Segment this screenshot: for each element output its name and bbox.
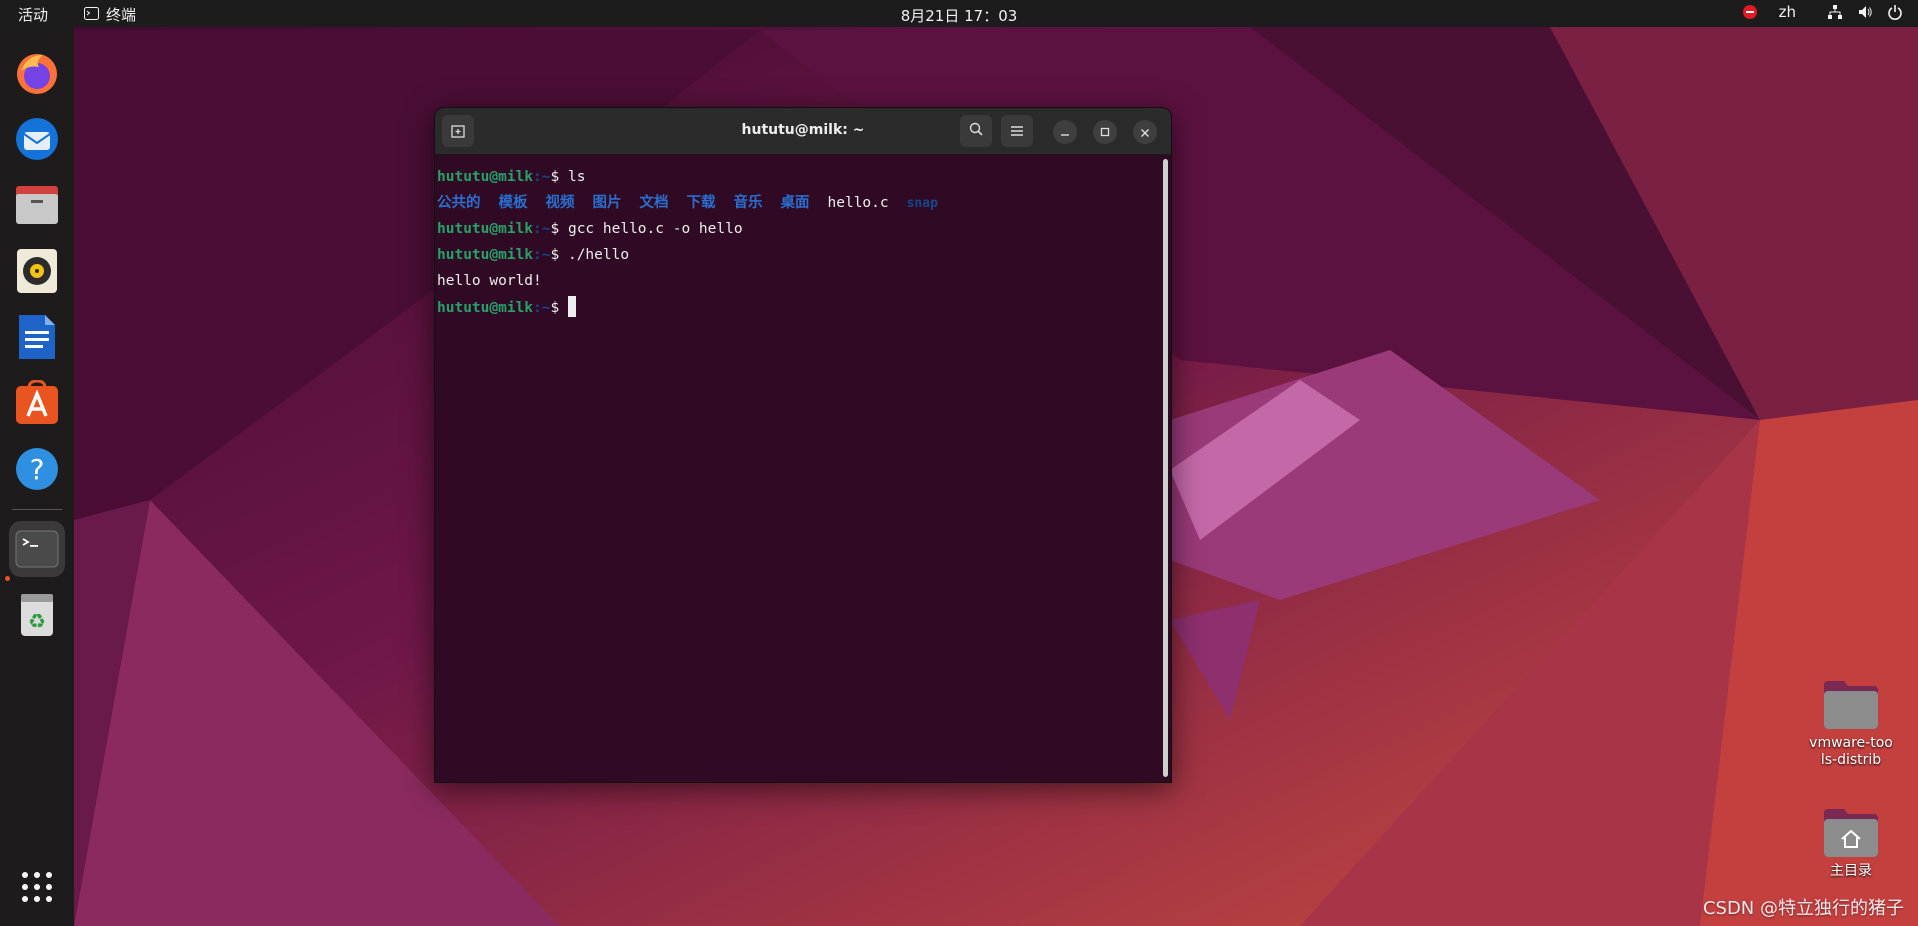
app-menu[interactable]: 终端 xyxy=(84,4,136,25)
svg-text:?: ? xyxy=(30,453,45,486)
terminal-titlebar[interactable]: hututu@milk: ~ xyxy=(435,108,1171,155)
prompt-user: hututu@milk xyxy=(437,221,534,237)
scrollbar[interactable] xyxy=(1163,159,1168,777)
folder-icon xyxy=(1796,677,1906,735)
desktop-icon-vmware-tools[interactable]: vmware-tools-distrib xyxy=(1796,677,1906,769)
close-icon xyxy=(1140,123,1150,142)
text-cursor xyxy=(567,296,576,317)
rhythmbox-icon[interactable] xyxy=(9,243,65,299)
prompt-symbol: $ xyxy=(550,169,568,185)
libreoffice-writer-icon[interactable] xyxy=(9,309,65,365)
dir-entry: 音乐 xyxy=(733,195,763,211)
terminal-output[interactable]: hututu@milk:~$ ls 公共的 模板 视频 图片 文档 下载 音乐 桌面 hello… xyxy=(435,155,1159,782)
command-line: hututu@milk:~$ ls xyxy=(437,166,585,188)
watermark: CSDN @特立独行的猪子 xyxy=(1702,898,1904,919)
command-text: ./hello xyxy=(567,247,630,263)
desktop-icon-home[interactable]: 主目录 xyxy=(1796,805,1906,880)
running-indicator xyxy=(5,576,10,581)
do-not-disturb-icon[interactable] xyxy=(1741,3,1759,21)
desktop-icon-label: vmware-tools-distrib xyxy=(1809,735,1893,768)
command-text: ls xyxy=(567,169,586,185)
new-tab-button[interactable] xyxy=(442,115,474,147)
dir-entry: 图片 xyxy=(592,195,622,211)
terminal-window[interactable]: hututu@milk: ~ hututu@milk:~$ ls 公共的 模板 视频… xyxy=(434,107,1172,783)
dir-entry-snap: snap xyxy=(906,196,938,211)
prompt-user: hututu@milk xyxy=(437,300,534,316)
command-text: gcc hello.c -o hello xyxy=(567,221,743,237)
terminal-dock-icon[interactable] xyxy=(9,521,65,577)
firefox-icon[interactable] xyxy=(9,45,65,101)
input-method-indicator[interactable]: zh xyxy=(1779,3,1796,21)
home-folder-icon xyxy=(1796,805,1906,863)
dock-separator xyxy=(12,509,62,510)
prompt-symbol: $ xyxy=(550,247,568,263)
clock[interactable]: 8月21日 17：03 xyxy=(901,7,1018,25)
dir-entry: 文档 xyxy=(639,195,669,211)
file-entry: hello.c xyxy=(827,195,889,211)
desktop-icon-label: 主目录 xyxy=(1830,863,1872,879)
top-bar: 活动 终端 8月21日 17：03 zh xyxy=(0,0,1918,27)
app-menu-label: 终端 xyxy=(106,6,137,24)
prompt-user: hututu@milk xyxy=(437,247,534,263)
files-icon[interactable] xyxy=(9,177,65,233)
search-button[interactable] xyxy=(960,115,992,147)
dir-entry: 视频 xyxy=(545,195,575,211)
menu-button[interactable] xyxy=(1001,115,1033,147)
dir-entry: 模板 xyxy=(498,195,528,211)
dir-entry: 公共的 xyxy=(437,195,481,211)
show-apps-icon[interactable] xyxy=(9,859,65,915)
system-tray[interactable]: zh xyxy=(1741,3,1904,21)
search-icon xyxy=(968,121,984,141)
thunderbird-icon[interactable] xyxy=(9,111,65,167)
power-icon[interactable] xyxy=(1886,3,1904,21)
prompt-path: :~ xyxy=(533,300,551,316)
terminal-app-icon xyxy=(84,6,99,24)
activities-button[interactable]: 活动 xyxy=(18,4,48,25)
prompt-symbol: $ xyxy=(550,300,568,316)
svg-text:♻: ♻ xyxy=(28,609,46,633)
prompt-path: :~ xyxy=(533,221,551,237)
prompt-path: :~ xyxy=(533,247,551,263)
command-line: hututu@milk:~$ ./hello xyxy=(437,244,629,266)
close-button[interactable] xyxy=(1133,120,1157,144)
command-line: hututu@milk:~$ gcc hello.c -o hello xyxy=(437,218,743,240)
volume-icon[interactable] xyxy=(1856,3,1874,21)
prompt-path: :~ xyxy=(533,169,551,185)
hamburger-icon xyxy=(1010,122,1024,141)
trash-icon[interactable]: ♻ xyxy=(9,587,65,643)
ls-output: 公共的 模板 视频 图片 文档 下载 音乐 桌面 hello.c snap xyxy=(437,192,938,214)
maximize-button[interactable] xyxy=(1093,120,1117,144)
minimize-button[interactable] xyxy=(1053,120,1077,144)
dir-entry: 桌面 xyxy=(780,195,810,211)
current-prompt: hututu@milk:~$ xyxy=(437,296,576,318)
prompt-symbol: $ xyxy=(550,221,568,237)
program-output: hello world! xyxy=(437,273,542,289)
help-icon[interactable]: ? xyxy=(9,441,65,497)
dock: ? ♻ xyxy=(0,27,74,926)
network-icon[interactable] xyxy=(1826,3,1844,21)
app-center-icon[interactable] xyxy=(9,375,65,431)
prompt-user: hututu@milk xyxy=(437,169,534,185)
dir-entry: 下载 xyxy=(686,195,716,211)
